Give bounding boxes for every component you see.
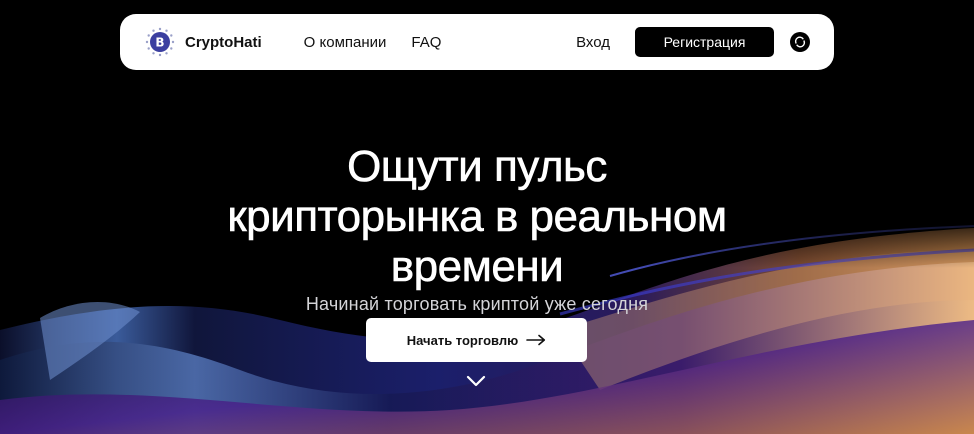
arrow-right-icon — [526, 334, 546, 346]
bitcoin-badge-icon: B — [145, 27, 175, 57]
hero-title: Ощути пульс крипторынка в реальном време… — [0, 142, 954, 292]
nav-actions: Вход Регистрация — [576, 27, 810, 57]
hero-title-line-3: времени — [390, 242, 564, 292]
svg-text:B: B — [155, 36, 164, 50]
theme-toggle-button[interactable] — [790, 32, 810, 52]
top-navbar: B CryptoHati О компании FAQ Вход Регистр… — [120, 14, 834, 70]
nav-link-faq[interactable]: FAQ — [411, 34, 441, 51]
hero-title-line-2: крипторынка в реальном — [227, 192, 727, 242]
login-link[interactable]: Вход — [576, 34, 610, 51]
register-button[interactable]: Регистрация — [635, 27, 774, 57]
brand-name: CryptoHati — [185, 33, 262, 51]
start-trading-label: Начать торговлю — [406, 332, 519, 348]
nav-links: О компании FAQ — [304, 34, 467, 51]
theme-toggle-icon — [794, 36, 806, 48]
nav-link-about[interactable]: О компании — [304, 34, 387, 51]
page: B CryptoHati О компании FAQ Вход Регистр… — [0, 0, 974, 434]
hero-subtitle: Начинай торговать криптой уже сегодня — [305, 294, 649, 314]
brand-link[interactable]: B CryptoHati — [144, 26, 262, 58]
chevron-down-icon[interactable] — [466, 374, 486, 388]
hero-title-line-1: Ощути пульс — [347, 142, 608, 192]
start-trading-button[interactable]: Начать торговлю — [366, 318, 587, 362]
